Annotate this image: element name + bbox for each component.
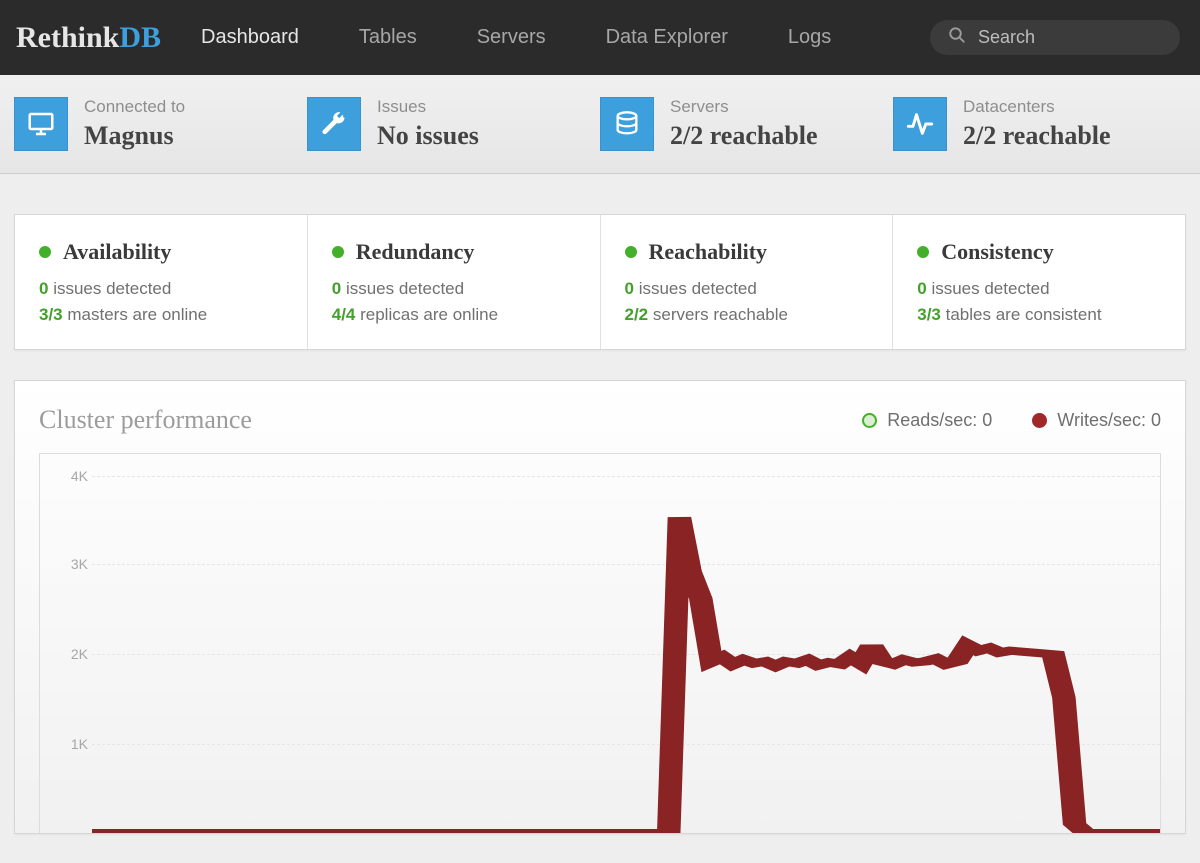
legend-writes[interactable]: Writes/sec: 0 — [1032, 410, 1161, 431]
card-reachability: Reachability 0 issues detected 2/2 serve… — [601, 215, 894, 349]
status-datacenters-label: Datacenters — [963, 97, 1111, 117]
legend-reads[interactable]: Reads/sec: 0 — [862, 410, 992, 431]
card-consistency-line2: 3/3 tables are consistent — [917, 305, 1165, 325]
wrench-icon — [307, 97, 361, 151]
logo-text-2: DB — [119, 21, 161, 54]
ytick-4k: 4K — [40, 468, 88, 484]
status-dot-icon — [332, 246, 344, 258]
monitor-icon — [14, 97, 68, 151]
ytick-2k: 2K — [40, 646, 88, 662]
performance-chart: 4K 3K 2K 1K — [39, 453, 1161, 833]
card-reachability-line2: 2/2 servers reachable — [625, 305, 873, 325]
status-dot-icon — [39, 246, 51, 258]
status-servers: Servers 2/2 reachable — [600, 97, 893, 151]
card-consistency-title: Consistency — [941, 239, 1053, 265]
card-availability-line1: 0 issues detected — [39, 279, 287, 299]
ytick-3k: 3K — [40, 556, 88, 572]
health-row: Availability 0 issues detected 3/3 maste… — [14, 214, 1186, 350]
card-redundancy-title: Redundancy — [356, 239, 475, 265]
status-dot-icon — [917, 246, 929, 258]
logo-text-1: Rethink — [16, 21, 119, 54]
legend-reads-label: Reads/sec: 0 — [887, 410, 992, 431]
performance-panel: Cluster performance Reads/sec: 0 Writes/… — [14, 380, 1186, 834]
card-availability-line2: 3/3 masters are online — [39, 305, 287, 325]
app-logo: RethinkDB — [16, 21, 161, 55]
status-connected-label: Connected to — [84, 97, 185, 117]
card-consistency: Consistency 0 issues detected 3/3 tables… — [893, 215, 1185, 349]
status-issues-value: No issues — [377, 121, 479, 151]
activity-icon — [893, 97, 947, 151]
database-icon — [600, 97, 654, 151]
card-availability-title: Availability — [63, 239, 171, 265]
nav-dashboard[interactable]: Dashboard — [201, 26, 299, 49]
top-navbar: RethinkDB Dashboard Tables Servers Data … — [0, 0, 1200, 75]
writes-series-line — [92, 517, 1160, 833]
legend-writes-label: Writes/sec: 0 — [1057, 410, 1161, 431]
status-issues-label: Issues — [377, 97, 479, 117]
status-dot-icon — [625, 246, 637, 258]
status-issues: Issues No issues — [307, 97, 600, 151]
nav-servers[interactable]: Servers — [477, 26, 546, 49]
card-redundancy: Redundancy 0 issues detected 4/4 replica… — [308, 215, 601, 349]
status-connected: Connected to Magnus — [14, 97, 307, 151]
legend-reads-icon — [862, 413, 877, 428]
status-servers-label: Servers — [670, 97, 818, 117]
performance-title: Cluster performance — [39, 405, 252, 435]
ytick-1k: 1K — [40, 736, 88, 752]
card-redundancy-line1: 0 issues detected — [332, 279, 580, 299]
search-icon — [948, 26, 978, 49]
chart-legend: Reads/sec: 0 Writes/sec: 0 — [862, 410, 1161, 431]
search-input[interactable] — [978, 27, 1162, 48]
card-availability: Availability 0 issues detected 3/3 maste… — [15, 215, 308, 349]
nav-items: Dashboard Tables Servers Data Explorer L… — [201, 26, 831, 49]
card-reachability-line1: 0 issues detected — [625, 279, 873, 299]
nav-logs[interactable]: Logs — [788, 26, 831, 49]
performance-header: Cluster performance Reads/sec: 0 Writes/… — [39, 405, 1161, 435]
nav-data-explorer[interactable]: Data Explorer — [606, 26, 728, 49]
chart-plot-area — [92, 472, 1160, 833]
card-reachability-title: Reachability — [649, 239, 768, 265]
status-strip: Connected to Magnus Issues No issues Ser… — [0, 75, 1200, 174]
card-redundancy-line2: 4/4 replicas are online — [332, 305, 580, 325]
legend-writes-icon — [1032, 413, 1047, 428]
status-datacenters: Datacenters 2/2 reachable — [893, 97, 1186, 151]
status-datacenters-value: 2/2 reachable — [963, 121, 1111, 151]
status-servers-value: 2/2 reachable — [670, 121, 818, 151]
nav-tables[interactable]: Tables — [359, 26, 417, 49]
search-wrap[interactable] — [930, 20, 1180, 55]
status-connected-value: Magnus — [84, 121, 185, 151]
card-consistency-line1: 0 issues detected — [917, 279, 1165, 299]
